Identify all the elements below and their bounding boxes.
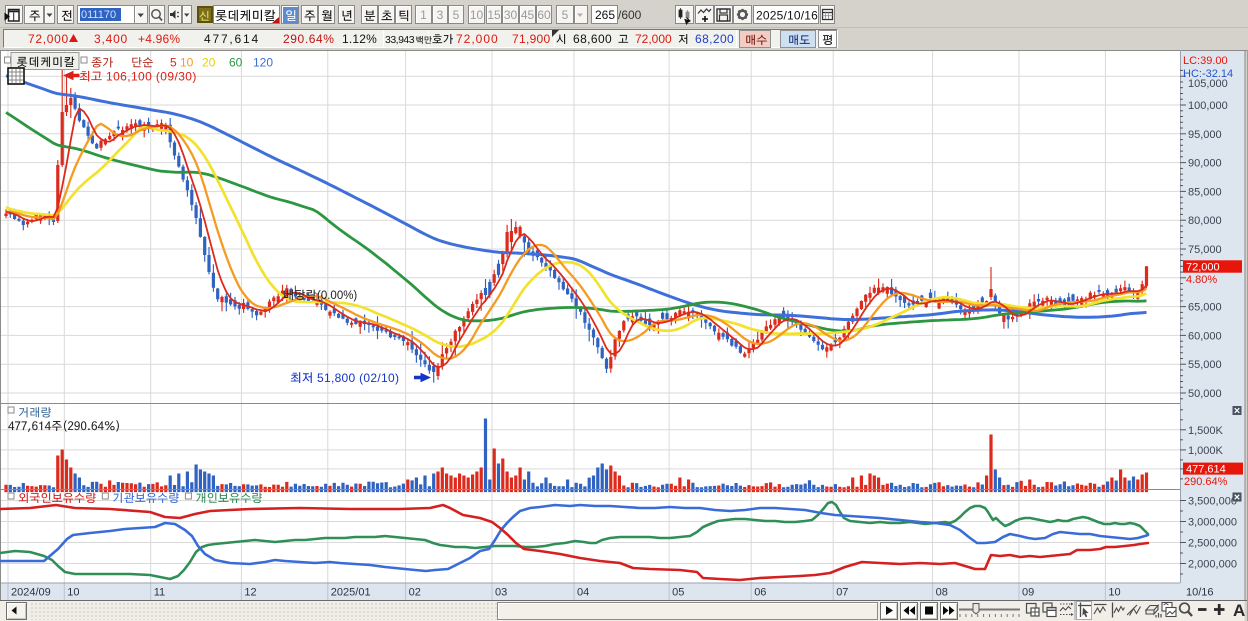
svg-text:15: 15 (487, 8, 501, 22)
svg-text:45: 45 (521, 8, 535, 22)
svg-text:5: 5 (453, 8, 460, 22)
svg-text:3: 3 (437, 8, 444, 22)
svg-text:68,600: 68,600 (573, 32, 612, 46)
svg-text:33,943: 33,943 (385, 34, 415, 46)
svg-text:5: 5 (562, 8, 569, 22)
svg-text:71,900: 71,900 (512, 32, 551, 46)
svg-text:1: 1 (420, 8, 427, 22)
svg-text:30: 30 (504, 8, 518, 22)
svg-text:2025/10/16: 2025/10/16 (756, 9, 818, 23)
svg-text:+4.96%: +4.96% (138, 32, 180, 46)
svg-text:68,200: 68,200 (695, 32, 734, 46)
svg-text:265: 265 (595, 8, 615, 22)
svg-text:011170: 011170 (81, 9, 116, 21)
svg-text:72,000: 72,000 (28, 32, 69, 46)
svg-text:3,400: 3,400 (94, 32, 128, 46)
svg-text:A: A (1233, 601, 1245, 620)
svg-text:72,000: 72,000 (456, 32, 499, 46)
svg-text:290.64%: 290.64% (283, 32, 335, 46)
svg-text:60: 60 (537, 8, 551, 22)
svg-text:1.12%: 1.12% (342, 32, 377, 46)
svg-text:10: 10 (470, 8, 484, 22)
svg-text:72,000: 72,000 (635, 32, 672, 46)
svg-text:477,614: 477,614 (204, 32, 260, 46)
svg-text:/600: /600 (618, 8, 642, 22)
